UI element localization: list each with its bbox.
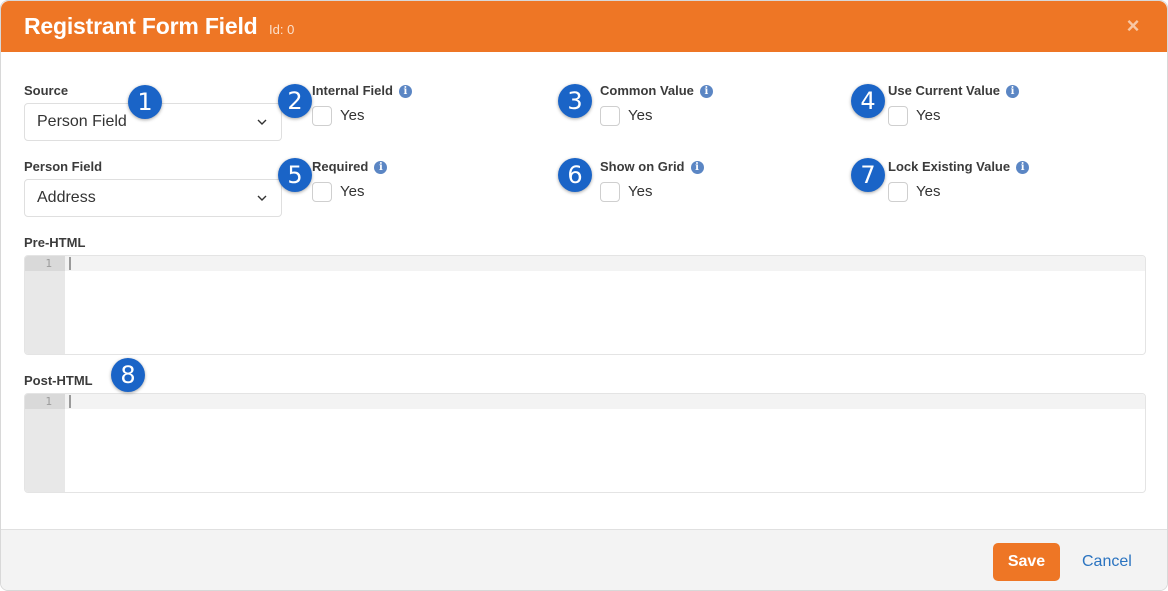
- lock-existing-value-checkbox[interactable]: [888, 182, 908, 202]
- person-field-select-value: Address: [37, 189, 96, 206]
- active-line: [65, 394, 1145, 409]
- annotation-badge-7: 7: [851, 158, 885, 192]
- post-html-label: Post-HTML: [24, 373, 93, 388]
- show-on-grid-label: Show on Grid i: [600, 159, 704, 174]
- close-icon[interactable]: ×: [1121, 14, 1145, 38]
- required-label: Required i: [312, 159, 388, 174]
- common-value-checkbox[interactable]: [600, 106, 620, 126]
- dialog-title: Registrant Form Field: [24, 13, 258, 39]
- use-current-value-checkbox[interactable]: [888, 106, 908, 126]
- annotation-badge-4: 4: [851, 84, 885, 118]
- info-icon[interactable]: i: [699, 85, 713, 98]
- annotation-badge-8: 8: [111, 358, 145, 392]
- internal-field-option: Yes: [340, 107, 365, 124]
- annotation-badge-2: 2: [278, 84, 312, 118]
- use-current-value-label: Use Current Value i: [888, 83, 1019, 98]
- use-current-value-label-text: Use Current Value: [888, 83, 1000, 98]
- internal-field-label: Internal Field i: [312, 83, 412, 98]
- lock-existing-value-label-text: Lock Existing Value: [888, 159, 1011, 174]
- annotation-badge-6: 6: [558, 158, 592, 192]
- chevron-down-icon: [257, 119, 267, 125]
- registrant-form-field-dialog: Registrant Form Field Id: 0 × Source Per…: [0, 0, 1168, 591]
- common-value-label: Common Value i: [600, 83, 713, 98]
- annotation-badge-1: 1: [128, 85, 162, 119]
- pre-html-label: Pre-HTML: [24, 235, 86, 250]
- dialog-header: Registrant Form Field Id: 0 ×: [1, 1, 1167, 52]
- pre-html-editor[interactable]: 1: [24, 255, 1146, 355]
- info-icon[interactable]: i: [1016, 161, 1030, 174]
- internal-field-checkbox[interactable]: [312, 106, 332, 126]
- lock-existing-value-option: Yes: [916, 183, 941, 200]
- show-on-grid-checkbox[interactable]: [600, 182, 620, 202]
- chevron-down-icon: [257, 195, 267, 201]
- cancel-link[interactable]: Cancel: [1082, 553, 1132, 571]
- lock-existing-value-label: Lock Existing Value i: [888, 159, 1030, 174]
- common-value-label-text: Common Value: [600, 83, 694, 98]
- active-line: [65, 256, 1145, 271]
- line-number: 1: [25, 394, 65, 409]
- dialog-id-label: Id: 0: [269, 22, 295, 37]
- source-select-value: Person Field: [37, 113, 127, 130]
- info-icon[interactable]: i: [1006, 85, 1019, 98]
- line-number: 1: [25, 256, 65, 271]
- annotation-badge-3: 3: [558, 84, 592, 118]
- person-field-select[interactable]: Address: [24, 179, 282, 217]
- required-option: Yes: [340, 183, 365, 200]
- show-on-grid-label-text: Show on Grid: [600, 159, 685, 174]
- info-icon[interactable]: i: [398, 85, 412, 98]
- info-icon[interactable]: i: [374, 161, 388, 174]
- post-html-editor[interactable]: 1: [24, 393, 1146, 493]
- annotation-badge-5: 5: [278, 158, 312, 192]
- text-cursor: [69, 257, 71, 270]
- internal-field-label-text: Internal Field: [312, 83, 393, 98]
- text-cursor: [69, 395, 71, 408]
- info-icon[interactable]: i: [690, 161, 704, 174]
- save-button[interactable]: Save: [993, 543, 1060, 581]
- show-on-grid-option: Yes: [628, 183, 653, 200]
- source-label: Source: [24, 83, 69, 98]
- required-checkbox[interactable]: [312, 182, 332, 202]
- common-value-option: Yes: [628, 107, 653, 124]
- dialog-footer: Save Cancel: [1, 529, 1167, 590]
- use-current-value-option: Yes: [916, 107, 941, 124]
- required-label-text: Required: [312, 159, 369, 174]
- person-field-label: Person Field: [24, 159, 103, 174]
